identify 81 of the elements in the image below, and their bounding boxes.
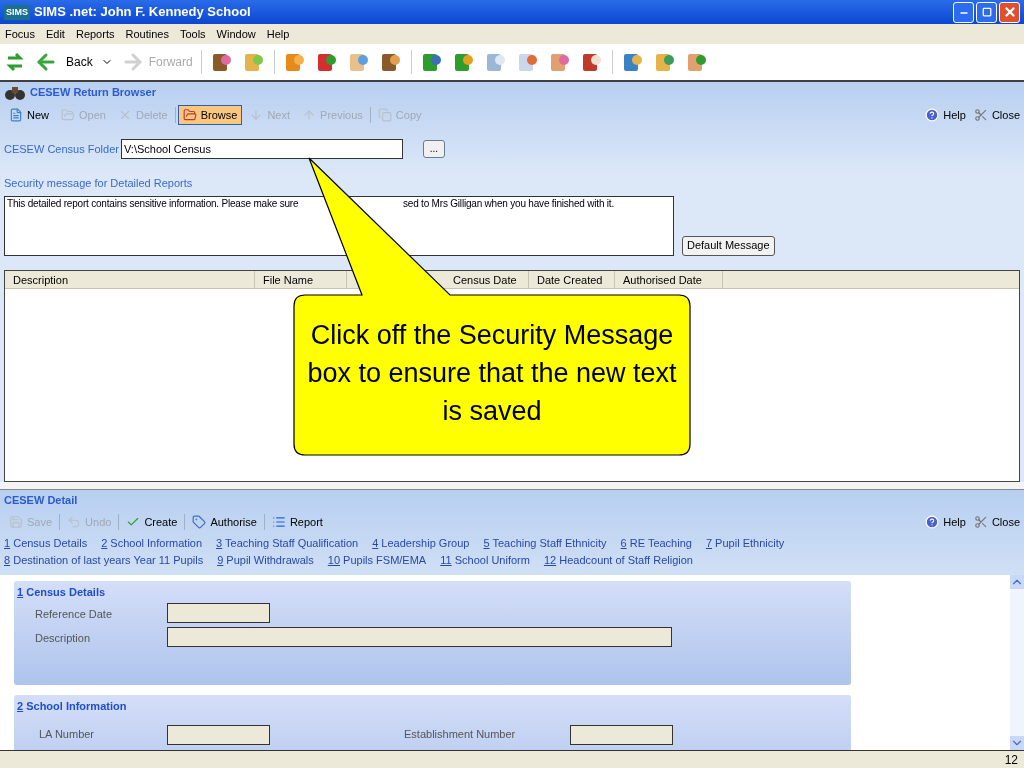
input-field[interactable] bbox=[167, 602, 270, 623]
list-icon bbox=[271, 515, 286, 529]
help-button[interactable]: Help bbox=[925, 106, 966, 124]
scroll-up-icon[interactable] bbox=[1010, 575, 1024, 589]
section-title: 1 Census Details bbox=[17, 585, 107, 600]
app-badge: SIMS bbox=[4, 4, 30, 20]
section-link[interactable]: 12 Headcount of Staff Religion bbox=[543, 552, 693, 569]
help-icon bbox=[925, 515, 940, 529]
undo-icon bbox=[67, 515, 82, 529]
field-label: LA Number bbox=[39, 727, 95, 740]
menu-item[interactable]: Reports bbox=[70, 25, 120, 43]
section-link[interactable]: 4 Leadership Group bbox=[372, 535, 470, 552]
section-link[interactable]: 6 RE Teaching bbox=[620, 535, 692, 552]
tag-icon bbox=[192, 515, 207, 529]
toolbar-button[interactable]: Authorise bbox=[187, 512, 262, 532]
section-title: 2 School Information bbox=[17, 699, 128, 714]
copy-icon bbox=[377, 108, 392, 122]
scrollbar[interactable] bbox=[1010, 575, 1024, 750]
restore-icon bbox=[981, 7, 992, 17]
section-link[interactable]: 10 Pupils FSM/EMA bbox=[327, 552, 427, 569]
menu-item[interactable]: Tools bbox=[174, 25, 211, 43]
toolbar-button[interactable]: Report bbox=[266, 512, 328, 532]
document-icon bbox=[9, 108, 23, 122]
panel-title: CESEW Return Browser bbox=[30, 85, 156, 101]
column-header[interactable]: Description bbox=[5, 271, 255, 288]
section-link[interactable]: 3 Teaching Staff Qualification bbox=[216, 535, 359, 552]
callout-text: Click off the Security Message box to ensure that the new text is saved bbox=[306, 319, 678, 428]
swap-arrows-icon[interactable] bbox=[4, 50, 26, 74]
section-link[interactable]: 11 School Uniform bbox=[440, 552, 530, 569]
input-field[interactable] bbox=[167, 626, 672, 647]
toolbar-button[interactable]: New bbox=[4, 105, 54, 125]
folder-icon bbox=[61, 108, 75, 122]
section-link[interactable]: 7 Pupil Ethnicity bbox=[705, 535, 785, 552]
browse-folder-button[interactable]: ... bbox=[422, 140, 445, 158]
back-button[interactable]: Back bbox=[34, 50, 93, 74]
section-label: Security message for Detailed Reports bbox=[4, 176, 194, 191]
field-label: Establishment Number bbox=[404, 727, 516, 740]
security-message-field[interactable]: This detailed report contains sensitive information. Please make sure sed to Mrs Gilligan when you have finished with it. bbox=[4, 195, 674, 256]
section-link[interactable]: 5 Teaching Staff Ethnicity bbox=[483, 535, 607, 552]
column-header[interactable]: Date Created bbox=[529, 271, 615, 288]
help-button[interactable]: Help bbox=[925, 513, 966, 531]
toolbar-button[interactable]: Create bbox=[121, 512, 183, 532]
close-window-button[interactable] bbox=[999, 1, 1020, 23]
column-header[interactable]: Census Date bbox=[445, 271, 529, 288]
menu-item[interactable]: Focus bbox=[0, 25, 40, 43]
menu-item[interactable]: Routines bbox=[120, 25, 174, 43]
field-label: CESEW Census Folder bbox=[4, 141, 119, 157]
field-label: Description bbox=[34, 630, 92, 646]
scroll-down-icon[interactable] bbox=[1010, 736, 1024, 750]
section-link[interactable]: 1 Census Details bbox=[4, 535, 88, 552]
panel-title: CESEW Detail bbox=[4, 493, 79, 508]
column-header[interactable]: Authorised Date bbox=[615, 271, 723, 288]
close-icon bbox=[973, 515, 988, 529]
folder-icon bbox=[182, 108, 197, 122]
section-link[interactable]: 8 Destination of last years Year 11 Pupils bbox=[4, 552, 204, 569]
section-link[interactable]: 9 Pupil Withdrawals bbox=[217, 552, 314, 569]
minimize-button[interactable] bbox=[953, 1, 974, 23]
close-button[interactable]: Close bbox=[973, 106, 1020, 124]
page-number: 12 bbox=[1004, 751, 1018, 768]
help-icon bbox=[925, 108, 940, 122]
menu-item[interactable]: Edit bbox=[40, 25, 70, 43]
section-link[interactable]: 2 School Information bbox=[101, 535, 203, 552]
close-icon bbox=[1002, 5, 1017, 19]
menu-item[interactable]: Window bbox=[211, 25, 261, 43]
column-header[interactable]: File Name bbox=[255, 271, 347, 288]
close-icon bbox=[973, 108, 988, 122]
input-field[interactable] bbox=[570, 724, 673, 745]
close-button[interactable]: Close bbox=[973, 513, 1020, 531]
default-message-button[interactable]: Default Message bbox=[682, 235, 775, 256]
folder-field[interactable]: V:\School Census bbox=[120, 139, 403, 159]
menu-item[interactable]: Help bbox=[261, 25, 295, 43]
message-text: sed to Mrs Gilligan when you have finished with it. bbox=[403, 196, 615, 211]
input-field[interactable] bbox=[167, 724, 270, 745]
field-label: Reference Date bbox=[34, 606, 114, 622]
binoculars-icon bbox=[4, 84, 26, 101]
toolbar-button[interactable]: Browse bbox=[177, 105, 243, 125]
window-title: SIMS .net: John F. Kennedy School bbox=[34, 3, 251, 22]
message-text: This detailed report contains sensitive information. Please make sure bbox=[7, 197, 299, 209]
restore-button[interactable] bbox=[976, 1, 997, 23]
splitter-bar[interactable] bbox=[0, 482, 1024, 490]
checkmark-icon bbox=[126, 515, 141, 529]
